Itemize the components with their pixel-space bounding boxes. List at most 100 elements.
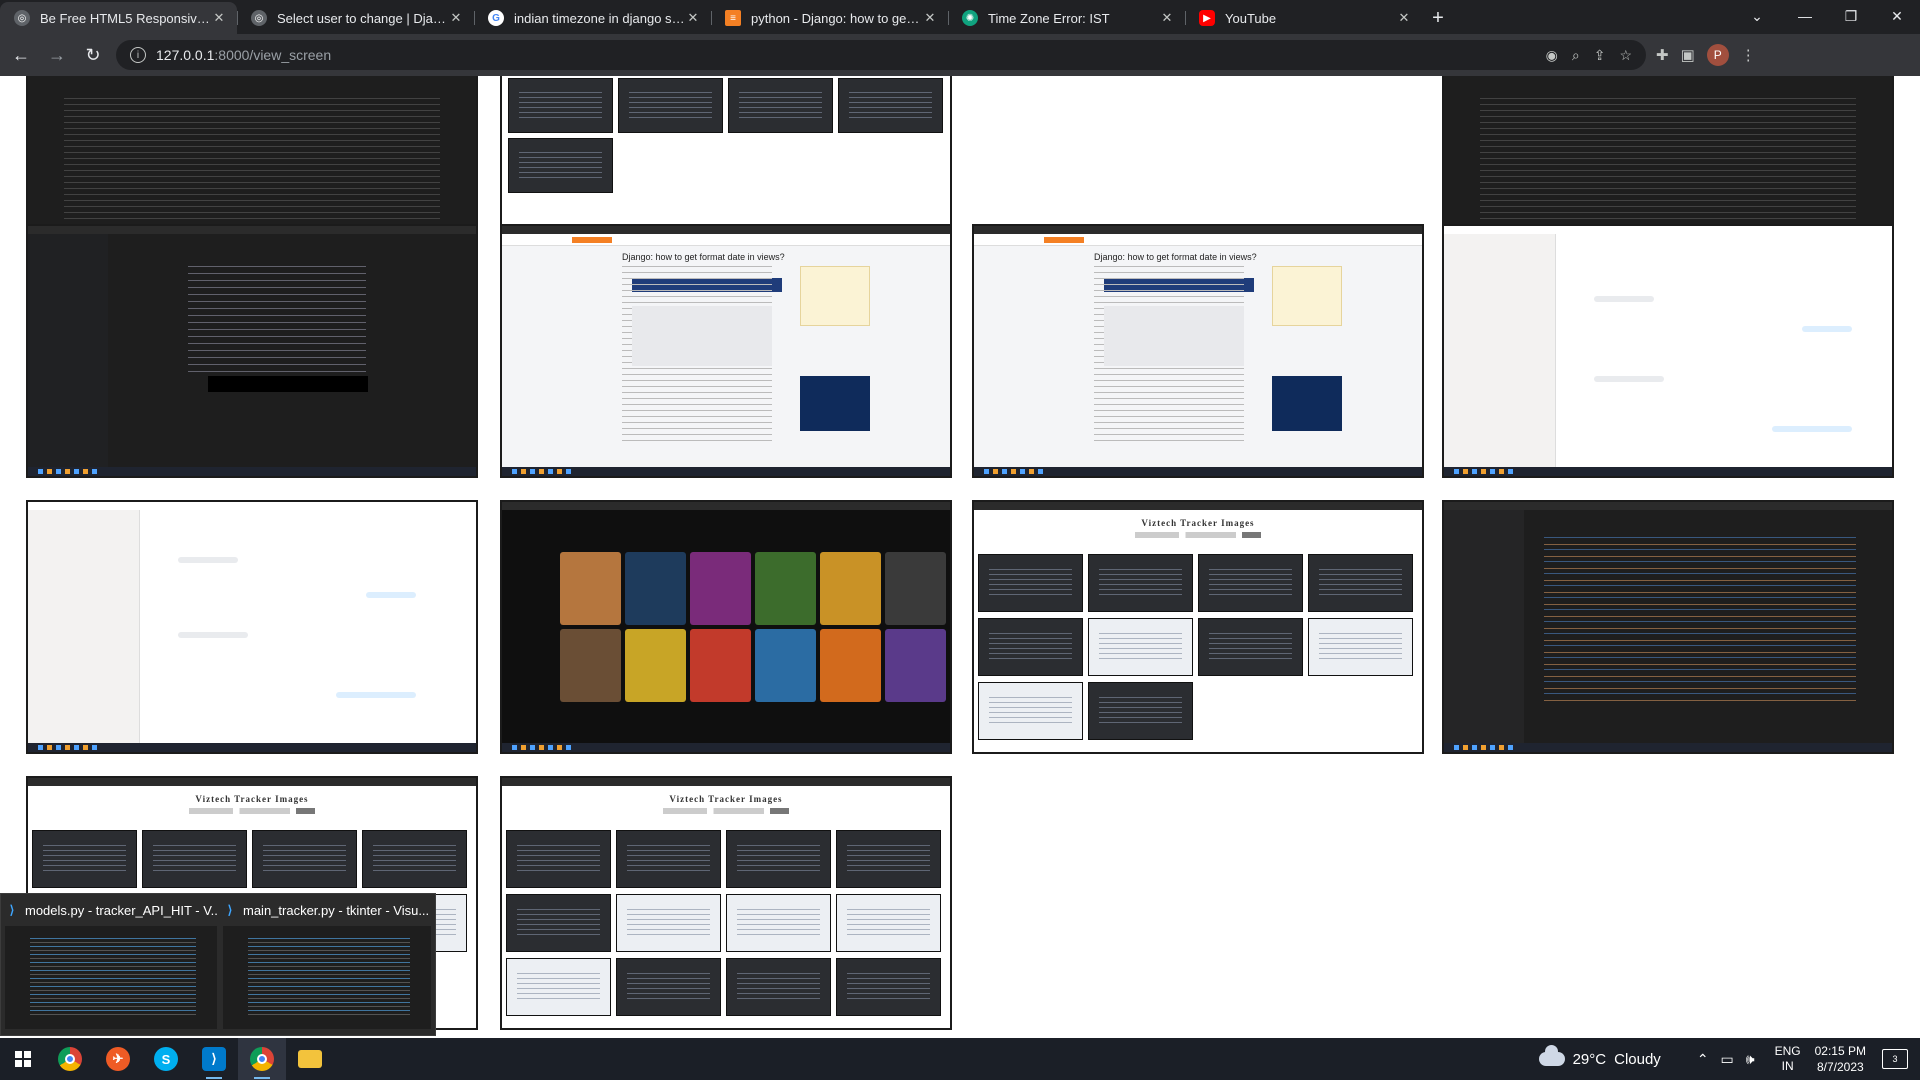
tab-django-admin[interactable]: ◎ Select user to change | Django site ✕: [237, 2, 474, 34]
close-icon[interactable]: ✕: [1396, 10, 1412, 26]
window-preview-models[interactable]: ⟩ models.py - tracker_API_HIT - V...: [5, 900, 217, 1029]
vscode-icon: ⟩: [202, 1047, 226, 1071]
screenshot-thumbnail[interactable]: [500, 500, 952, 754]
reload-icon[interactable]: ↻: [78, 40, 108, 70]
screenshot-thumbnail[interactable]: [26, 500, 478, 754]
volume-icon[interactable]: 🕪: [1746, 1051, 1755, 1068]
tracker-heading: Viztech Tracker Images: [195, 794, 309, 804]
thumbnail-preview: [618, 78, 723, 133]
so-question-title: Django: how to get format date in views?: [622, 252, 785, 262]
thumbnail-preview: [362, 830, 467, 888]
url-host: 127.0.0.1: [156, 47, 215, 63]
screenshot-thumbnail[interactable]: Viztech Tracker Images: [500, 776, 952, 1030]
notification-icon[interactable]: 3: [1882, 1049, 1908, 1069]
chevron-up-icon[interactable]: ⌃: [1697, 1051, 1709, 1068]
lang-line2: IN: [1781, 1059, 1794, 1073]
message-bubble: [1802, 326, 1852, 332]
close-icon[interactable]: ✕: [448, 10, 464, 26]
close-icon[interactable]: ✕: [211, 10, 227, 26]
chrome-icon: [58, 1047, 82, 1071]
tab-title: python - Django: how to get form: [751, 10, 922, 26]
tab-search-chevron-icon[interactable]: ⌄: [1734, 0, 1780, 32]
thumbnail-preview: [978, 554, 1083, 612]
taskbar-chrome[interactable]: [46, 1038, 94, 1080]
tab-chatgpt[interactable]: ✺ Time Zone Error: IST ✕: [948, 2, 1185, 34]
taskbar-skype[interactable]: S: [142, 1038, 190, 1080]
screenshot-thumbnail[interactable]: Viztech Tracker Images: [972, 500, 1424, 754]
thumbnail-preview: [1308, 554, 1413, 612]
close-icon[interactable]: ✕: [685, 10, 701, 26]
thumbnail-preview: [726, 958, 831, 1016]
side-panel-icon[interactable]: ▣: [1681, 46, 1695, 64]
tab-stackoverflow[interactable]: ≡ python - Django: how to get form ✕: [711, 2, 948, 34]
extensions-icon[interactable]: ✚: [1656, 46, 1669, 64]
window-titlebar: [974, 226, 1422, 234]
thumbnail-preview: [616, 894, 721, 952]
minimize-icon[interactable]: —: [1782, 0, 1828, 32]
menu-dots-icon[interactable]: ⋮: [1741, 46, 1756, 64]
window-preview-title: main_tracker.py - tkinter - Visu...: [243, 902, 430, 918]
thumbnail-preview: [836, 958, 941, 1016]
video-grid: [560, 552, 946, 702]
date-filter-form: [1135, 532, 1261, 538]
screenshot-thumbnail[interactable]: Django: how to get format date in views?: [972, 224, 1424, 478]
screenshot-thumbnail[interactable]: Django: how to get format date in views?: [500, 224, 952, 478]
chat-response: [188, 266, 366, 376]
thumbnail-preview: [616, 958, 721, 1016]
bookmark-star-icon[interactable]: ☆: [1619, 47, 1632, 64]
so-question-title: Django: how to get format date in views?: [1094, 252, 1257, 262]
taskbar-file-explorer[interactable]: [286, 1038, 334, 1080]
code-preview: [63, 97, 441, 240]
date-filter-form: [663, 808, 789, 814]
language-indicator[interactable]: ENG IN: [1775, 1044, 1801, 1074]
share-icon[interactable]: ⇪: [1594, 47, 1606, 64]
thumbnail-preview: [978, 618, 1083, 676]
thumbnail-preview: [616, 830, 721, 888]
google-lens-icon[interactable]: ◉: [1546, 47, 1558, 64]
window-titlebar: [502, 226, 950, 234]
restore-icon[interactable]: ❐: [1828, 0, 1874, 32]
taskbar-postman[interactable]: ✈: [94, 1038, 142, 1080]
vscode-icon: ⟩: [227, 903, 233, 917]
new-tab-button[interactable]: +: [1422, 2, 1454, 34]
close-icon[interactable]: ✕: [922, 10, 938, 26]
tab-youtube[interactable]: ▶ YouTube ✕: [1185, 2, 1422, 34]
taskbar-preview: [1444, 743, 1892, 752]
url-path: :8000/view_screen: [214, 47, 332, 63]
tracker-heading: Viztech Tracker Images: [669, 794, 783, 804]
thumbnail-preview: [726, 894, 831, 952]
ad-panel: [1272, 376, 1342, 431]
thumbnail-preview: [506, 894, 611, 952]
tab-google-search[interactable]: G indian timezone in django setting ✕: [474, 2, 711, 34]
screenshot-thumbnail[interactable]: [1442, 500, 1894, 754]
forward-arrow-icon[interactable]: →: [42, 40, 72, 70]
start-button[interactable]: [0, 1038, 46, 1080]
message-bubble: [178, 557, 238, 563]
network-icon[interactable]: ▭: [1721, 1051, 1734, 1068]
taskbar-vscode[interactable]: ⟩: [190, 1038, 238, 1080]
close-icon[interactable]: ✕: [1159, 10, 1175, 26]
window-preview-image: [223, 926, 431, 1029]
tab-title: indian timezone in django setting: [514, 10, 685, 26]
stackoverflow-logo: [1044, 237, 1084, 243]
site-info-icon[interactable]: i: [130, 47, 146, 63]
back-arrow-icon[interactable]: ←: [6, 40, 36, 70]
thumbnail-preview: [726, 830, 831, 888]
tab-be-free[interactable]: ◎ Be Free HTML5 Responsive Temp ✕: [0, 2, 237, 34]
weather-widget[interactable]: 29°C Cloudy: [1538, 1045, 1661, 1068]
taskbar-preview: [28, 743, 476, 752]
address-bar[interactable]: i 127.0.0.1:8000/view_screen ◉ ⌕ ⇪ ☆: [116, 40, 1646, 70]
message-bubble: [178, 632, 248, 638]
clock[interactable]: 02:15 PM 8/7/2023: [1815, 1043, 1866, 1075]
profile-avatar[interactable]: P: [1706, 44, 1729, 66]
close-window-icon[interactable]: ✕: [1874, 0, 1920, 32]
screenshot-thumbnail[interactable]: [1442, 224, 1894, 478]
taskbar-chrome-profile[interactable]: [238, 1038, 286, 1080]
zoom-icon[interactable]: ⌕: [1572, 47, 1580, 64]
screenshot-thumbnail[interactable]: [26, 224, 478, 478]
window-preview-main-tracker[interactable]: ⟩ main_tracker.py - tkinter - Visu...: [223, 900, 431, 1029]
cloud-icon: [1538, 1045, 1565, 1066]
message-bubble: [1594, 296, 1654, 302]
tab-title: Time Zone Error: IST: [988, 10, 1110, 26]
thumbnail-preview: [506, 958, 611, 1016]
